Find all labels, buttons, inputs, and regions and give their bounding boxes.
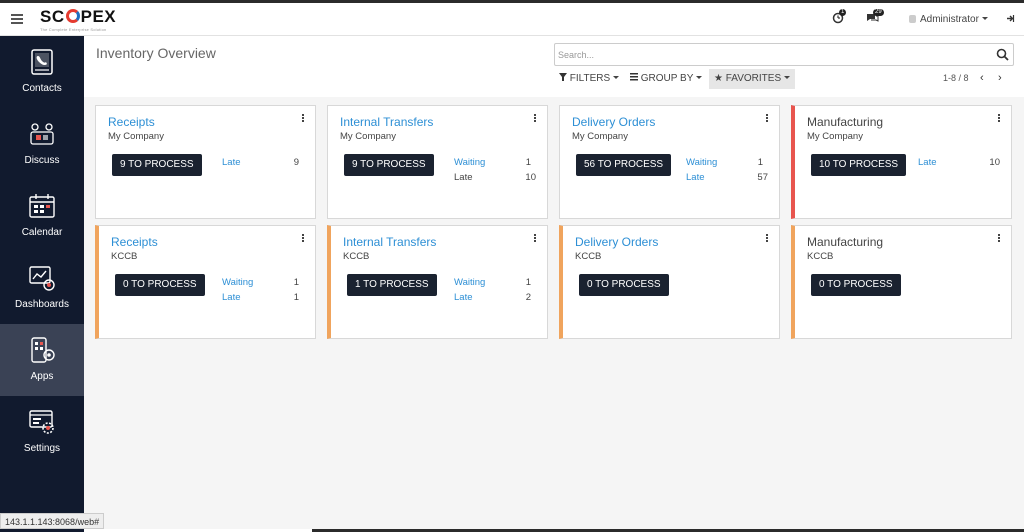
sidebar-item-dashboards[interactable]: Dashboards — [0, 252, 84, 324]
list-icon — [630, 73, 638, 81]
discuss-icon — [30, 123, 54, 145]
card-company: KCCB — [343, 251, 370, 262]
filter-icon — [559, 73, 567, 81]
calendar-icon — [29, 194, 55, 218]
late-count: 10 — [525, 172, 536, 183]
card-title: Manufacturing — [807, 115, 884, 129]
waiting-count: 1 — [525, 277, 531, 288]
card-title[interactable]: Delivery Orders — [572, 115, 655, 129]
sidebar-item-discuss[interactable]: Discuss — [0, 108, 84, 180]
late-count: 57 — [757, 172, 768, 183]
card-company: My Company — [572, 131, 628, 142]
pager-next-icon[interactable]: › — [998, 72, 1002, 84]
kanban-card-internal-transfers: Internal Transfers My Company 9 TO PROCE… — [327, 105, 548, 219]
late-label: Late — [454, 172, 473, 183]
menu-toggle-icon[interactable] — [11, 14, 23, 24]
late-count: 1 — [293, 292, 299, 303]
late-count: 9 — [293, 157, 299, 168]
status-bar-url: 143.1.1.143:8068/web# — [0, 513, 105, 529]
top-navbar: SC PEX The Complete Enterprise Solution 1… — [0, 3, 1024, 36]
waiting-link[interactable]: Waiting — [454, 277, 485, 288]
group-by-button[interactable]: GROUP BY — [625, 69, 707, 89]
to-process-button[interactable]: 9 TO PROCESS — [344, 154, 434, 176]
late-count: 10 — [989, 157, 1000, 168]
waiting-count: 1 — [525, 157, 531, 168]
late-link[interactable]: Late — [918, 157, 937, 168]
card-menu-icon[interactable] — [300, 234, 306, 246]
contacts-icon — [31, 49, 53, 75]
messages-icon[interactable]: 29 — [866, 9, 884, 27]
to-process-button[interactable]: 9 TO PROCESS — [112, 154, 202, 176]
search-input[interactable] — [558, 47, 978, 62]
pager-previous-icon[interactable]: ‹ — [980, 72, 984, 84]
waiting-link[interactable]: Waiting — [222, 277, 253, 288]
logout-icon[interactable] — [1006, 14, 1015, 26]
sidebar-item-settings[interactable]: Settings — [0, 396, 84, 468]
to-process-button[interactable]: 10 TO PROCESS — [811, 154, 907, 176]
card-title[interactable]: Delivery Orders — [575, 235, 658, 249]
late-link[interactable]: Late — [222, 292, 241, 303]
search-icon[interactable] — [996, 48, 1009, 61]
card-company: My Company — [340, 131, 396, 142]
message-count-badge: 29 — [873, 9, 884, 16]
sidebar-item-calendar[interactable]: Calendar — [0, 180, 84, 252]
card-title: Manufacturing — [807, 235, 884, 249]
late-link[interactable]: Late — [686, 172, 705, 183]
card-title[interactable]: Internal Transfers — [343, 235, 436, 249]
to-process-button[interactable]: 0 TO PROCESS — [811, 274, 901, 296]
star-icon: ★ — [714, 73, 723, 84]
search-bar — [554, 43, 1014, 66]
to-process-button[interactable]: 0 TO PROCESS — [115, 274, 205, 296]
card-menu-icon[interactable] — [764, 114, 770, 126]
kanban-card-delivery-orders: Delivery Orders KCCB 0 TO PROCESS — [559, 225, 780, 339]
user-avatar — [909, 15, 916, 23]
pager-value[interactable]: 1-8 / 8 — [943, 73, 969, 83]
sidebar-item-apps[interactable]: Apps — [0, 324, 84, 396]
card-menu-icon[interactable] — [764, 234, 770, 246]
kanban-card-receipts: Receipts My Company 9 TO PROCESS Late 9 — [95, 105, 316, 219]
to-process-button[interactable]: 0 TO PROCESS — [579, 274, 669, 296]
card-company: My Company — [807, 131, 863, 142]
sidebar-item-contacts[interactable]: Contacts — [0, 36, 84, 108]
card-company: KCCB — [807, 251, 834, 262]
waiting-count: 1 — [757, 157, 763, 168]
kanban-card-internal-transfers: Internal Transfers KCCB 1 TO PROCESS Wai… — [327, 225, 548, 339]
app-sidebar: Contacts Discuss Calendar Dashboards App… — [0, 36, 84, 532]
card-title[interactable]: Internal Transfers — [340, 115, 433, 129]
kanban-card-delivery-orders: Delivery Orders My Company 56 TO PROCESS… — [559, 105, 780, 219]
card-title[interactable]: Receipts — [111, 235, 158, 249]
late-count: 2 — [525, 292, 531, 303]
card-company: KCCB — [111, 251, 138, 262]
card-menu-icon[interactable] — [996, 114, 1002, 126]
waiting-link[interactable]: Waiting — [686, 157, 717, 168]
waiting-count: 1 — [293, 277, 299, 288]
kanban-card-manufacturing: Manufacturing My Company 10 TO PROCESS L… — [791, 105, 1012, 219]
card-company: KCCB — [575, 251, 602, 262]
dashboards-icon — [29, 266, 55, 291]
to-process-button[interactable]: 56 TO PROCESS — [576, 154, 672, 176]
favorites-button[interactable]: ★ FAVORITES — [709, 69, 796, 89]
late-link[interactable]: Late — [222, 157, 241, 168]
activity-count-badge: 1 — [839, 9, 847, 16]
apps-icon — [31, 337, 55, 363]
card-company: My Company — [108, 131, 164, 142]
card-menu-icon[interactable] — [532, 114, 538, 126]
kanban-card-receipts: Receipts KCCB 0 TO PROCESS Waiting 1 Lat… — [95, 225, 316, 339]
company-logo[interactable]: SC PEX The Complete Enterprise Solution — [40, 7, 116, 32]
chevron-down-icon — [981, 17, 988, 20]
to-process-button[interactable]: 1 TO PROCESS — [347, 274, 437, 296]
settings-icon — [29, 410, 54, 434]
filters-button[interactable]: FILTERS — [554, 69, 624, 89]
waiting-link[interactable]: Waiting — [454, 157, 485, 168]
page-title: Inventory Overview — [96, 45, 216, 61]
kanban-card-manufacturing: Manufacturing KCCB 0 TO PROCESS — [791, 225, 1012, 339]
card-menu-icon[interactable] — [996, 234, 1002, 246]
card-menu-icon[interactable] — [532, 234, 538, 246]
card-menu-icon[interactable] — [300, 114, 306, 126]
late-link[interactable]: Late — [454, 292, 473, 303]
activity-icon[interactable]: 1 — [832, 9, 847, 27]
card-title[interactable]: Receipts — [108, 115, 155, 129]
user-menu[interactable]: Administrator — [909, 14, 988, 25]
